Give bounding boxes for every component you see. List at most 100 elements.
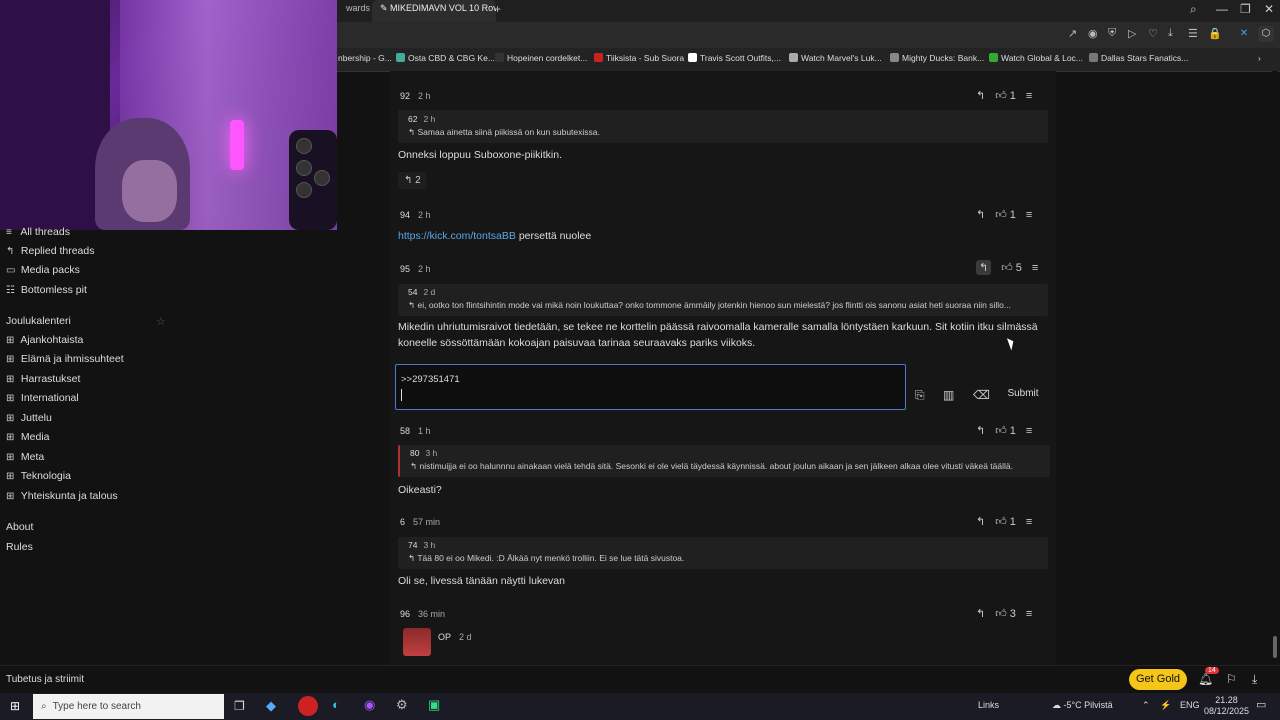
weather-widget[interactable]: ☁ -5°C Pilvistä: [1052, 700, 1113, 711]
bookmarks-overflow-icon[interactable]: ›: [1258, 53, 1261, 63]
page-scrollbar[interactable]: [1272, 71, 1278, 665]
poll-icon[interactable]: ▥: [943, 388, 954, 402]
sidebar-board[interactable]: ⊞ International: [6, 392, 79, 404]
bookmark[interactable]: Watch Marvel's Luk...: [789, 53, 882, 63]
bookmark[interactable]: Hopeinen cordelket...: [495, 53, 587, 63]
bookmark[interactable]: Dallas Stars Fanatics...: [1089, 53, 1188, 63]
heart-icon[interactable]: ♡: [1148, 27, 1158, 40]
close-window-icon[interactable]: ✕: [1264, 2, 1274, 16]
task-view-icon[interactable]: ❐: [234, 699, 245, 713]
bookmark-icon[interactable]: ⚐: [1226, 672, 1237, 686]
like-icon[interactable]: 👍︎ 3: [995, 607, 1016, 620]
post-number[interactable]: 95: [400, 264, 410, 274]
quote-block[interactable]: 74 3 h ↰ Tää 80 ei oo Mikedi. :D Älkää nyt…: [398, 537, 1048, 569]
post-menu-icon[interactable]: ≡: [1026, 90, 1032, 102]
language-indicator[interactable]: ENG: [1180, 700, 1200, 710]
reply-icon[interactable]: ↰: [976, 607, 985, 620]
extension-icon[interactable]: ✕: [1236, 26, 1252, 42]
sidebar-board[interactable]: ⊞ Teknologia: [6, 470, 71, 482]
bookmark[interactable]: Osta CBD & CBG Ke...: [396, 53, 495, 63]
bookmark[interactable]: Mighty Ducks: Bank...: [890, 53, 984, 63]
submit-button[interactable]: Submit: [1000, 384, 1046, 404]
bookmark[interactable]: Watch Global & Loc...: [989, 53, 1083, 63]
search-icon[interactable]: ⌕: [1190, 2, 1197, 17]
play-icon[interactable]: ▷: [1128, 27, 1136, 40]
post-number[interactable]: 94: [400, 210, 410, 220]
post-menu-icon[interactable]: ≡: [1026, 516, 1032, 528]
sidebar-board[interactable]: ⊞ Media: [6, 431, 50, 443]
get-gold-button[interactable]: Get Gold: [1129, 669, 1187, 690]
reply-textarea[interactable]: [395, 364, 906, 410]
sidebar-board[interactable]: ⊞ Yhteiskunta ja talous: [6, 490, 118, 502]
post-link[interactable]: https://kick.com/tontsaBB: [398, 230, 516, 242]
quote-block[interactable]: 62 2 h ↰ Samaa ainetta siinä piikissä on k…: [398, 110, 1048, 143]
sidebar-footer-link[interactable]: Tubetus ja striimit: [6, 674, 84, 685]
bell-icon[interactable]: 🔔︎: [1198, 672, 1213, 686]
post-number[interactable]: 96: [400, 609, 410, 619]
post-menu-icon[interactable]: ≡: [1032, 262, 1038, 274]
minimize-icon[interactable]: —: [1216, 2, 1228, 16]
lock-icon[interactable]: 🔒: [1208, 27, 1222, 40]
sidebar-board[interactable]: ⊞ Ajankohtaista: [6, 334, 83, 346]
reply-icon[interactable]: ↰: [976, 424, 985, 437]
reply-icon[interactable]: ↰: [976, 89, 985, 102]
links-toolbar[interactable]: Links: [978, 700, 999, 710]
like-icon[interactable]: 👍︎ 5: [1001, 261, 1022, 274]
replies-button[interactable]: ↰ 2: [398, 172, 427, 189]
scrollbar-thumb[interactable]: [1273, 636, 1277, 658]
bookmark[interactable]: Tiiksista - Sub Suora: [594, 53, 684, 63]
quote-block[interactable]: 80 3 h ↰ nistimuijja ei oo halunnnu ainaka…: [398, 445, 1050, 477]
tray-chevron-icon[interactable]: ⌃: [1142, 700, 1150, 711]
extension-2-icon[interactable]: ⬡: [1258, 26, 1274, 42]
new-tab-button[interactable]: +: [494, 2, 501, 16]
like-icon[interactable]: 👍︎ 1: [995, 208, 1016, 221]
post-number[interactable]: 58: [400, 426, 410, 436]
sidebar-rules-link[interactable]: Rules: [6, 541, 33, 553]
sidebar-board[interactable]: ⊞ Elämä ja ihmissuhteet: [6, 353, 124, 365]
camera-icon[interactable]: ◉: [1088, 27, 1098, 40]
app-icon[interactable]: ▣: [428, 697, 440, 713]
sidebar-item-media-packs[interactable]: ▭ Media packs: [6, 264, 80, 276]
opera-gx-icon[interactable]: [298, 696, 318, 716]
clock[interactable]: 21.28 08/12/2025: [1204, 695, 1249, 717]
shield-icon[interactable]: ⛨: [1108, 27, 1116, 40]
app-icon[interactable]: ◆: [266, 698, 276, 714]
menu-icon[interactable]: ☰: [1188, 27, 1198, 40]
download-icon[interactable]: ⤓: [1168, 27, 1173, 40]
quote-block[interactable]: 54 2 d ↰ ei, ootko ton flintsihintin mode …: [398, 284, 1048, 316]
post-number[interactable]: 6: [400, 517, 405, 527]
tab-active[interactable]: ✎ MIKEDIMAVN VOL 10 Rov ×: [372, 0, 496, 22]
bookmark[interactable]: Travis Scott Outfits,...: [688, 53, 781, 63]
like-icon[interactable]: 👍︎ 1: [995, 424, 1016, 437]
like-icon[interactable]: 👍︎ 1: [995, 89, 1016, 102]
sidebar-board[interactable]: ⊞ Juttelu: [6, 412, 52, 424]
like-icon[interactable]: 👍︎ 1: [995, 515, 1016, 528]
post-menu-icon[interactable]: ≡: [1026, 425, 1032, 437]
taskbar-search-input[interactable]: ⌕ Type here to search: [33, 694, 224, 719]
attach-icon[interactable]: ⎘: [915, 388, 925, 403]
sidebar-section-title[interactable]: Joulukalenteri: [6, 315, 71, 327]
network-icon[interactable]: ⚡: [1160, 700, 1171, 711]
reply-icon[interactable]: ↰: [976, 260, 992, 275]
steam-icon[interactable]: ⚙: [396, 697, 408, 713]
sidebar-item-bottomless-pit[interactable]: ☷ Bottomless pit: [6, 284, 87, 296]
sidebar-about-link[interactable]: About: [6, 521, 33, 533]
avatar[interactable]: [403, 628, 431, 656]
discord-icon[interactable]: ◉: [364, 697, 375, 713]
windows-start-icon[interactable]: ⊞: [10, 699, 20, 713]
share-icon[interactable]: ↗: [1068, 27, 1077, 40]
sidebar-board[interactable]: ⊞ Harrastukset: [6, 373, 80, 385]
tag-icon[interactable]: ⌫: [973, 388, 990, 402]
sidebar-item-all-threads[interactable]: ≡ All threads: [6, 226, 70, 238]
download-icon[interactable]: ⤓: [1252, 672, 1257, 687]
star-icon[interactable]: ☆: [156, 315, 166, 328]
post-number[interactable]: 92: [400, 91, 410, 101]
bookmark[interactable]: nbership - G...: [338, 53, 392, 63]
reply-icon[interactable]: ↰: [976, 515, 985, 528]
reply-icon[interactable]: ↰: [976, 208, 985, 221]
restore-icon[interactable]: ❐: [1240, 2, 1251, 16]
sidebar-item-replied-threads[interactable]: ↰ Replied threads: [6, 245, 94, 257]
post-menu-icon[interactable]: ≡: [1026, 209, 1032, 221]
notification-center-icon[interactable]: ▭: [1256, 698, 1266, 711]
edge-icon[interactable]: ◐: [332, 697, 340, 712]
